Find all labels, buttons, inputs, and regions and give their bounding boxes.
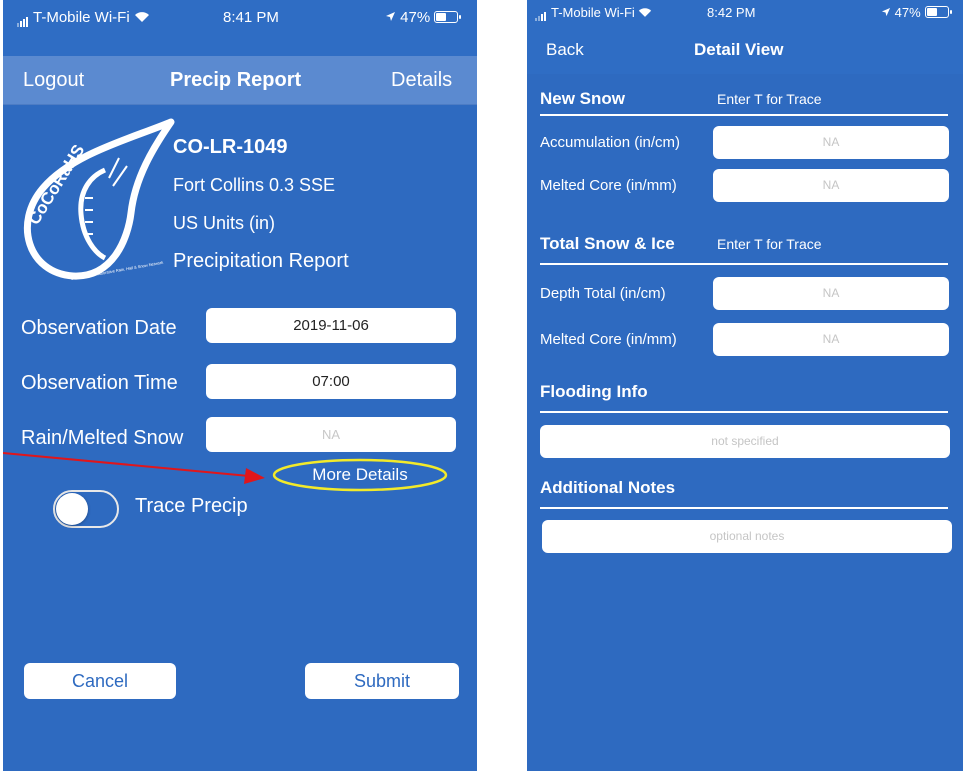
carrier-label: T-Mobile Wi-Fi [535, 5, 652, 21]
observation-time-field[interactable]: 07:00 [206, 364, 456, 399]
more-details-link[interactable]: More Details [271, 457, 449, 493]
location-arrow-icon [881, 5, 895, 20]
back-button[interactable]: Back [546, 26, 584, 74]
cocorahs-logo: CoCoRaHS Community Collaborative Rain, H… [13, 118, 185, 290]
section-divider [540, 411, 948, 413]
section-divider [540, 263, 948, 265]
trace-precip-toggle[interactable] [53, 490, 119, 528]
battery-indicator: 47% [881, 5, 952, 20]
depth-total-label: Depth Total (in/cm) [540, 285, 666, 302]
carrier-label: T-Mobile Wi-Fi [17, 9, 150, 27]
flooding-heading: Flooding Info [540, 382, 648, 401]
notes-field[interactable]: optional notes [542, 520, 952, 553]
station-location: Fort Collins 0.3 SSE [173, 175, 336, 195]
submit-button[interactable]: Submit [305, 663, 459, 699]
nav-title: Detail View [694, 40, 784, 59]
new-snow-melted-core-field[interactable]: NA [713, 169, 949, 202]
status-time: 8:41 PM [223, 9, 279, 26]
total-snow-heading: Total Snow & Ice [540, 234, 675, 253]
accumulation-field[interactable]: NA [713, 126, 949, 159]
more-details-label: More Details [312, 465, 408, 484]
flooding-field[interactable]: not specified [540, 425, 950, 458]
observation-date-label: Observation Date [21, 317, 177, 339]
svg-text:Community Collaborative Rain,: Community Collaborative Rain, Hail & Sno… [70, 260, 163, 281]
total-snow-hint: Enter T for Trace [717, 236, 822, 252]
depth-total-field[interactable]: NA [713, 277, 949, 310]
status-bar: T-Mobile Wi-Fi 8:42 PM 47% [527, 0, 963, 26]
logo-tagline: Community Collaborative Rain, Hail & Sno… [70, 260, 163, 281]
observation-time-label: Observation Time [21, 372, 178, 394]
wifi-icon [134, 9, 150, 26]
details-button[interactable]: Details [391, 56, 452, 104]
nav-bar: Back Detail View [527, 26, 963, 74]
additional-notes-heading: Additional Notes [540, 478, 676, 497]
accumulation-label: Accumulation (in/cm) [540, 134, 681, 151]
section-divider [540, 507, 948, 509]
nav-bar: Logout Precip Report Details [3, 56, 477, 105]
units-label: US Units (in) [173, 213, 276, 233]
signal-icon [535, 6, 547, 21]
precip-report-screen: T-Mobile Wi-Fi 8:41 PM 47% Logout Precip… [3, 0, 477, 771]
new-snow-heading: New Snow [540, 89, 626, 108]
wifi-icon [638, 5, 652, 20]
trace-precip-label: Trace Precip [135, 495, 248, 517]
station-info: CO-LR-1049 Fort Collins 0.3 SSE US Units… [173, 128, 349, 280]
location-arrow-icon [385, 9, 400, 26]
cancel-button[interactable]: Cancel [24, 663, 176, 699]
nav-title: Precip Report [170, 69, 302, 91]
observation-date-field[interactable]: 2019-11-06 [206, 308, 456, 343]
total-melted-core-label: Melted Core (in/mm) [540, 331, 677, 348]
battery-indicator: 47% [385, 9, 462, 26]
annotation-arrow [3, 452, 265, 484]
status-time: 8:42 PM [707, 5, 756, 20]
logout-button[interactable]: Logout [23, 56, 84, 104]
status-bar: T-Mobile Wi-Fi 8:41 PM 47% [3, 0, 477, 56]
detail-view-screen: T-Mobile Wi-Fi 8:42 PM 47% Back Detail V… [527, 0, 963, 771]
total-melted-core-field[interactable]: NA [713, 323, 949, 356]
battery-icon [434, 11, 462, 23]
report-type-label: Precipitation Report [173, 250, 349, 272]
new-snow-melted-core-label: Melted Core (in/mm) [540, 177, 677, 194]
signal-icon [17, 10, 29, 27]
section-divider [540, 114, 948, 116]
new-snow-hint: Enter T for Trace [717, 91, 822, 107]
battery-icon [924, 6, 952, 18]
toggle-knob [56, 493, 88, 525]
station-id: CO-LR-1049 [173, 136, 288, 158]
